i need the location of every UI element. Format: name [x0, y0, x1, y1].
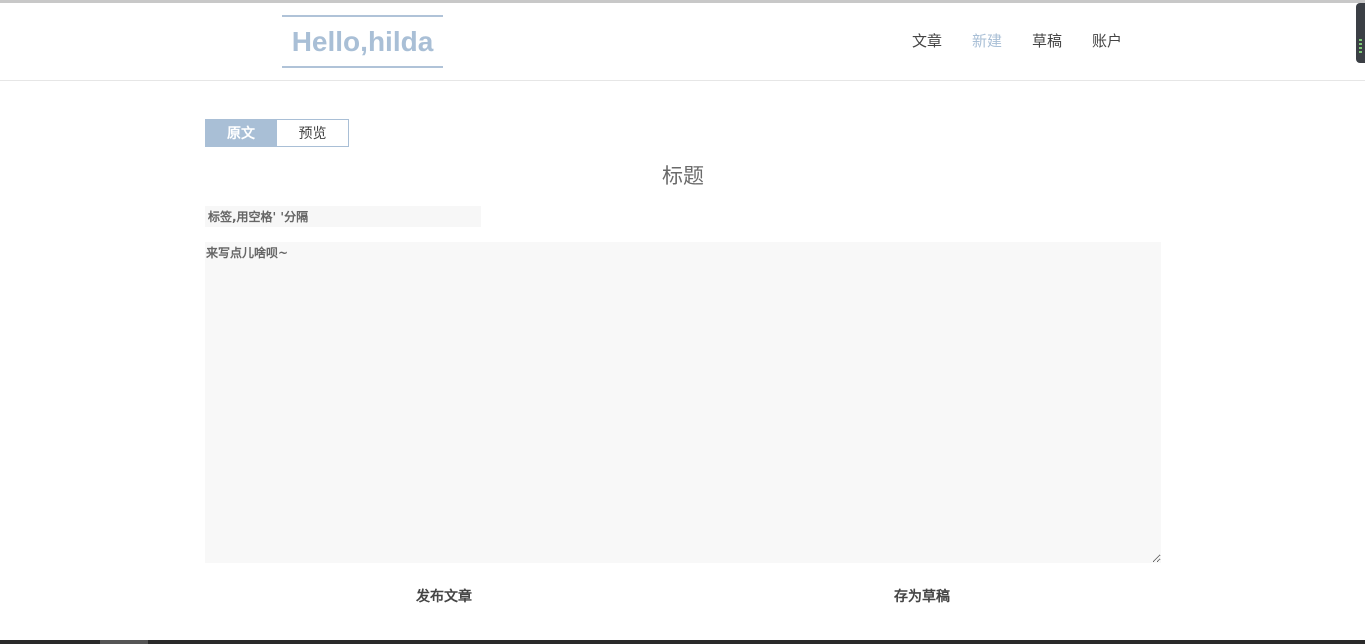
tab-preview[interactable]: 预览 — [277, 119, 349, 147]
widget-indicator — [1359, 51, 1362, 53]
site-header: Hello,hilda 文章 新建 草稿 账户 — [0, 3, 1365, 81]
taskbar-segment — [100, 640, 148, 644]
nav-item-articles[interactable]: 文章 — [912, 31, 942, 51]
side-widget-tab[interactable] — [1356, 3, 1365, 63]
widget-indicator — [1359, 47, 1362, 49]
save-draft-button[interactable]: 存为草稿 — [887, 585, 957, 607]
content-textarea[interactable] — [205, 242, 1161, 563]
tab-source[interactable]: 原文 — [205, 119, 277, 147]
title-input[interactable] — [205, 158, 1161, 194]
widget-indicator — [1359, 39, 1362, 41]
nav-item-account[interactable]: 账户 — [1092, 31, 1122, 51]
tags-input[interactable] — [205, 206, 481, 227]
nav-item-drafts[interactable]: 草稿 — [1032, 31, 1062, 51]
taskbar-strip — [0, 640, 1365, 644]
widget-indicator — [1359, 43, 1362, 45]
nav-item-new[interactable]: 新建 — [972, 31, 1002, 51]
publish-button[interactable]: 发布文章 — [409, 585, 479, 607]
main-nav: 文章 新建 草稿 账户 — [912, 31, 1152, 51]
site-logo[interactable]: Hello,hilda — [282, 15, 443, 68]
editor-tabs: 原文 预览 — [205, 119, 349, 147]
